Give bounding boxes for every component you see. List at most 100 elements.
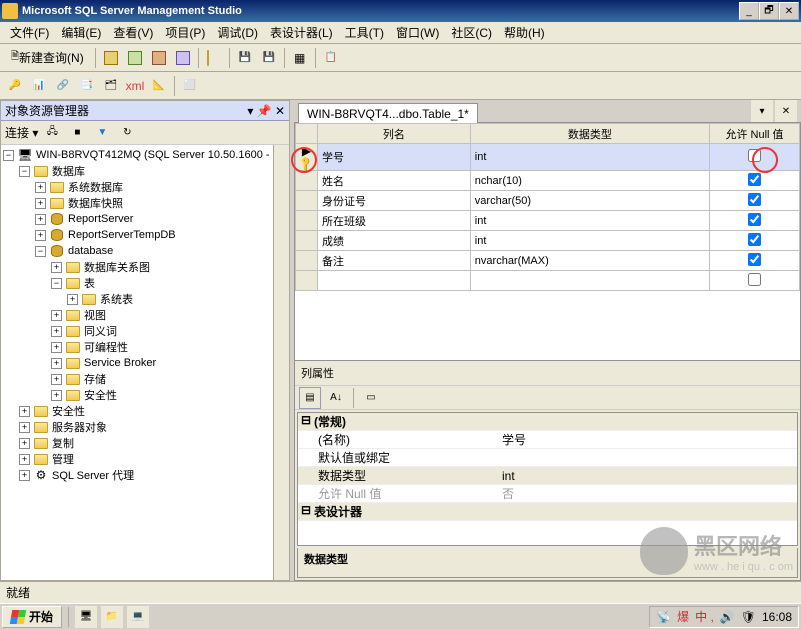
tool-btn[interactable]: 🗂 <box>100 75 122 97</box>
allownull-checkbox[interactable] <box>748 233 761 246</box>
tree-databases[interactable]: 数据库 <box>52 163 85 179</box>
menu-community[interactable]: 社区(C) <box>445 22 498 43</box>
tool-btn[interactable]: xml <box>124 75 146 97</box>
column-grid[interactable]: 列名 数据类型 允许 Null 值 ▶🔑 学号 int 姓名 nchar(10) <box>295 123 800 291</box>
prop-section-general[interactable]: (常规) <box>314 413 346 430</box>
menu-project[interactable]: 项目(P) <box>159 22 211 43</box>
tree-item[interactable]: 同义词 <box>84 323 117 339</box>
tree-toggle[interactable]: + <box>19 454 30 465</box>
prop-categorized-button[interactable]: ▤ <box>299 387 321 409</box>
tree-toggle[interactable]: + <box>35 182 46 193</box>
quicklaunch-btn[interactable]: 💻 <box>127 606 149 628</box>
prop-default-value[interactable] <box>498 449 797 466</box>
tree-item[interactable]: Service Broker <box>84 357 156 369</box>
column-row-empty[interactable] <box>296 271 800 291</box>
system-tray[interactable]: 📡 爆 中 , 🔊 🛡 16:08 <box>649 606 799 628</box>
tab-dropdown[interactable]: ▾ <box>751 100 773 122</box>
tree-item[interactable]: SQL Server 代理 <box>52 467 134 483</box>
menu-designer[interactable]: 表设计器(L) <box>264 22 339 43</box>
tray-icon[interactable]: 🔊 <box>720 610 735 624</box>
cell-colname[interactable]: 备注 <box>318 251 471 271</box>
tree-toggle[interactable]: + <box>51 342 62 353</box>
tree-toggle[interactable]: + <box>19 422 30 433</box>
cell-colname[interactable]: 学号 <box>318 144 471 171</box>
tree-item[interactable]: 视图 <box>84 307 106 323</box>
oe-tool[interactable]: ■ <box>66 122 88 144</box>
open-button[interactable] <box>203 47 225 69</box>
tray-icon[interactable]: 📡 <box>656 610 671 624</box>
tree-item[interactable]: 安全性 <box>52 403 85 419</box>
tree-toggle[interactable]: + <box>19 406 30 417</box>
tree-item[interactable]: 可编程性 <box>84 339 128 355</box>
oe-refresh[interactable]: ↻ <box>116 122 138 144</box>
cell-colname[interactable]: 身份证号 <box>318 191 471 211</box>
tab-table[interactable]: WIN-B8RVQT4...dbo.Table_1* <box>298 103 478 123</box>
allownull-checkbox[interactable] <box>748 253 761 266</box>
tool-btn[interactable]: 🔑 <box>4 75 26 97</box>
menu-edit[interactable]: 编辑(E) <box>55 22 107 43</box>
column-row[interactable]: 备注 nvarchar(MAX) <box>296 251 800 271</box>
oe-filter[interactable]: ▼ <box>91 122 113 144</box>
tree-toggle[interactable]: + <box>51 374 62 385</box>
cell-datatype[interactable]: nvarchar(MAX) <box>470 251 709 271</box>
tool-btn[interactable]: 📑 <box>76 75 98 97</box>
tree-toggle[interactable]: + <box>51 262 62 273</box>
ime-indicator[interactable]: 中 , <box>695 608 714 625</box>
tree-root[interactable]: WIN-B8RVQT412MQ (SQL Server 10.50.1600 - <box>36 149 270 161</box>
cell-datatype[interactable]: int <box>470 211 709 231</box>
column-row[interactable]: 所在班级 int <box>296 211 800 231</box>
tree-toggle[interactable]: − <box>3 150 14 161</box>
tool-btn[interactable]: 📐 <box>148 75 170 97</box>
tree-toggle[interactable]: + <box>51 326 62 337</box>
tree-toggle[interactable]: − <box>19 166 30 177</box>
activity-button[interactable]: 📋 <box>320 47 342 69</box>
tool-btn[interactable]: 📊 <box>28 75 50 97</box>
tree-item[interactable]: 数据库快照 <box>68 195 123 211</box>
tree-item[interactable]: 安全性 <box>84 387 117 403</box>
new-query-button[interactable]: 🗎 新建查询(N) <box>4 47 91 69</box>
tree-toggle[interactable]: + <box>51 358 62 369</box>
column-row[interactable]: 身份证号 varchar(50) <box>296 191 800 211</box>
tree-item[interactable]: ReportServer <box>68 213 133 225</box>
object-explorer-tree[interactable]: −🖥WIN-B8RVQT412MQ (SQL Server 10.50.1600… <box>1 145 273 580</box>
tree-item[interactable]: 服务器对象 <box>52 419 107 435</box>
quicklaunch-btn[interactable]: 🖥 <box>75 606 97 628</box>
tree-toggle[interactable]: + <box>51 390 62 401</box>
cell-datatype[interactable]: int <box>470 144 709 171</box>
column-row[interactable]: ▶🔑 学号 int <box>296 144 800 171</box>
allownull-checkbox[interactable] <box>748 149 761 162</box>
cell-datatype[interactable]: int <box>470 231 709 251</box>
scrollbar[interactable] <box>273 145 289 580</box>
start-button[interactable]: 开始 <box>2 606 62 628</box>
tree-item[interactable]: database <box>68 245 113 257</box>
toolbar-btn[interactable] <box>172 47 194 69</box>
prop-datatype-value[interactable]: int <box>498 467 797 484</box>
find-button[interactable]: ▦ <box>289 47 311 69</box>
prop-name-value[interactable]: 学号 <box>498 431 797 448</box>
prop-pages-button[interactable]: ▭ <box>360 387 382 409</box>
tree-item[interactable]: 系统数据库 <box>68 179 123 195</box>
allownull-checkbox[interactable] <box>748 173 761 186</box>
prop-alphabetical-button[interactable]: A↓ <box>325 387 347 409</box>
cell-datatype[interactable]: varchar(50) <box>470 191 709 211</box>
toolbar-btn[interactable] <box>100 47 122 69</box>
cell-colname[interactable]: 姓名 <box>318 171 471 191</box>
property-grid[interactable]: ⊟(常规) (名称)学号 默认值或绑定 数据类型int 允许 Null 值否 ⊟… <box>297 412 798 546</box>
allownull-checkbox[interactable] <box>748 273 761 286</box>
toolbar-btn[interactable] <box>124 47 146 69</box>
tree-toggle[interactable]: + <box>67 294 78 305</box>
column-row[interactable]: 姓名 nchar(10) <box>296 171 800 191</box>
tree-toggle[interactable]: + <box>19 470 30 481</box>
tool-btn[interactable]: ⬜ <box>179 75 201 97</box>
cell-colname[interactable]: 所在班级 <box>318 211 471 231</box>
connect-button[interactable]: 连接 ▾ <box>5 124 38 141</box>
tree-toggle[interactable]: − <box>51 278 62 289</box>
tree-item[interactable]: ReportServerTempDB <box>68 229 176 241</box>
save-all-button[interactable]: 💾 <box>258 47 280 69</box>
restore-button[interactable]: 🗗 <box>759 2 779 20</box>
oe-tool[interactable]: 🖧 <box>41 122 63 144</box>
column-row[interactable]: 成绩 int <box>296 231 800 251</box>
tool-btn[interactable]: 🔗 <box>52 75 74 97</box>
quicklaunch-btn[interactable]: 📁 <box>101 606 123 628</box>
close-button[interactable]: ✕ <box>779 2 799 20</box>
